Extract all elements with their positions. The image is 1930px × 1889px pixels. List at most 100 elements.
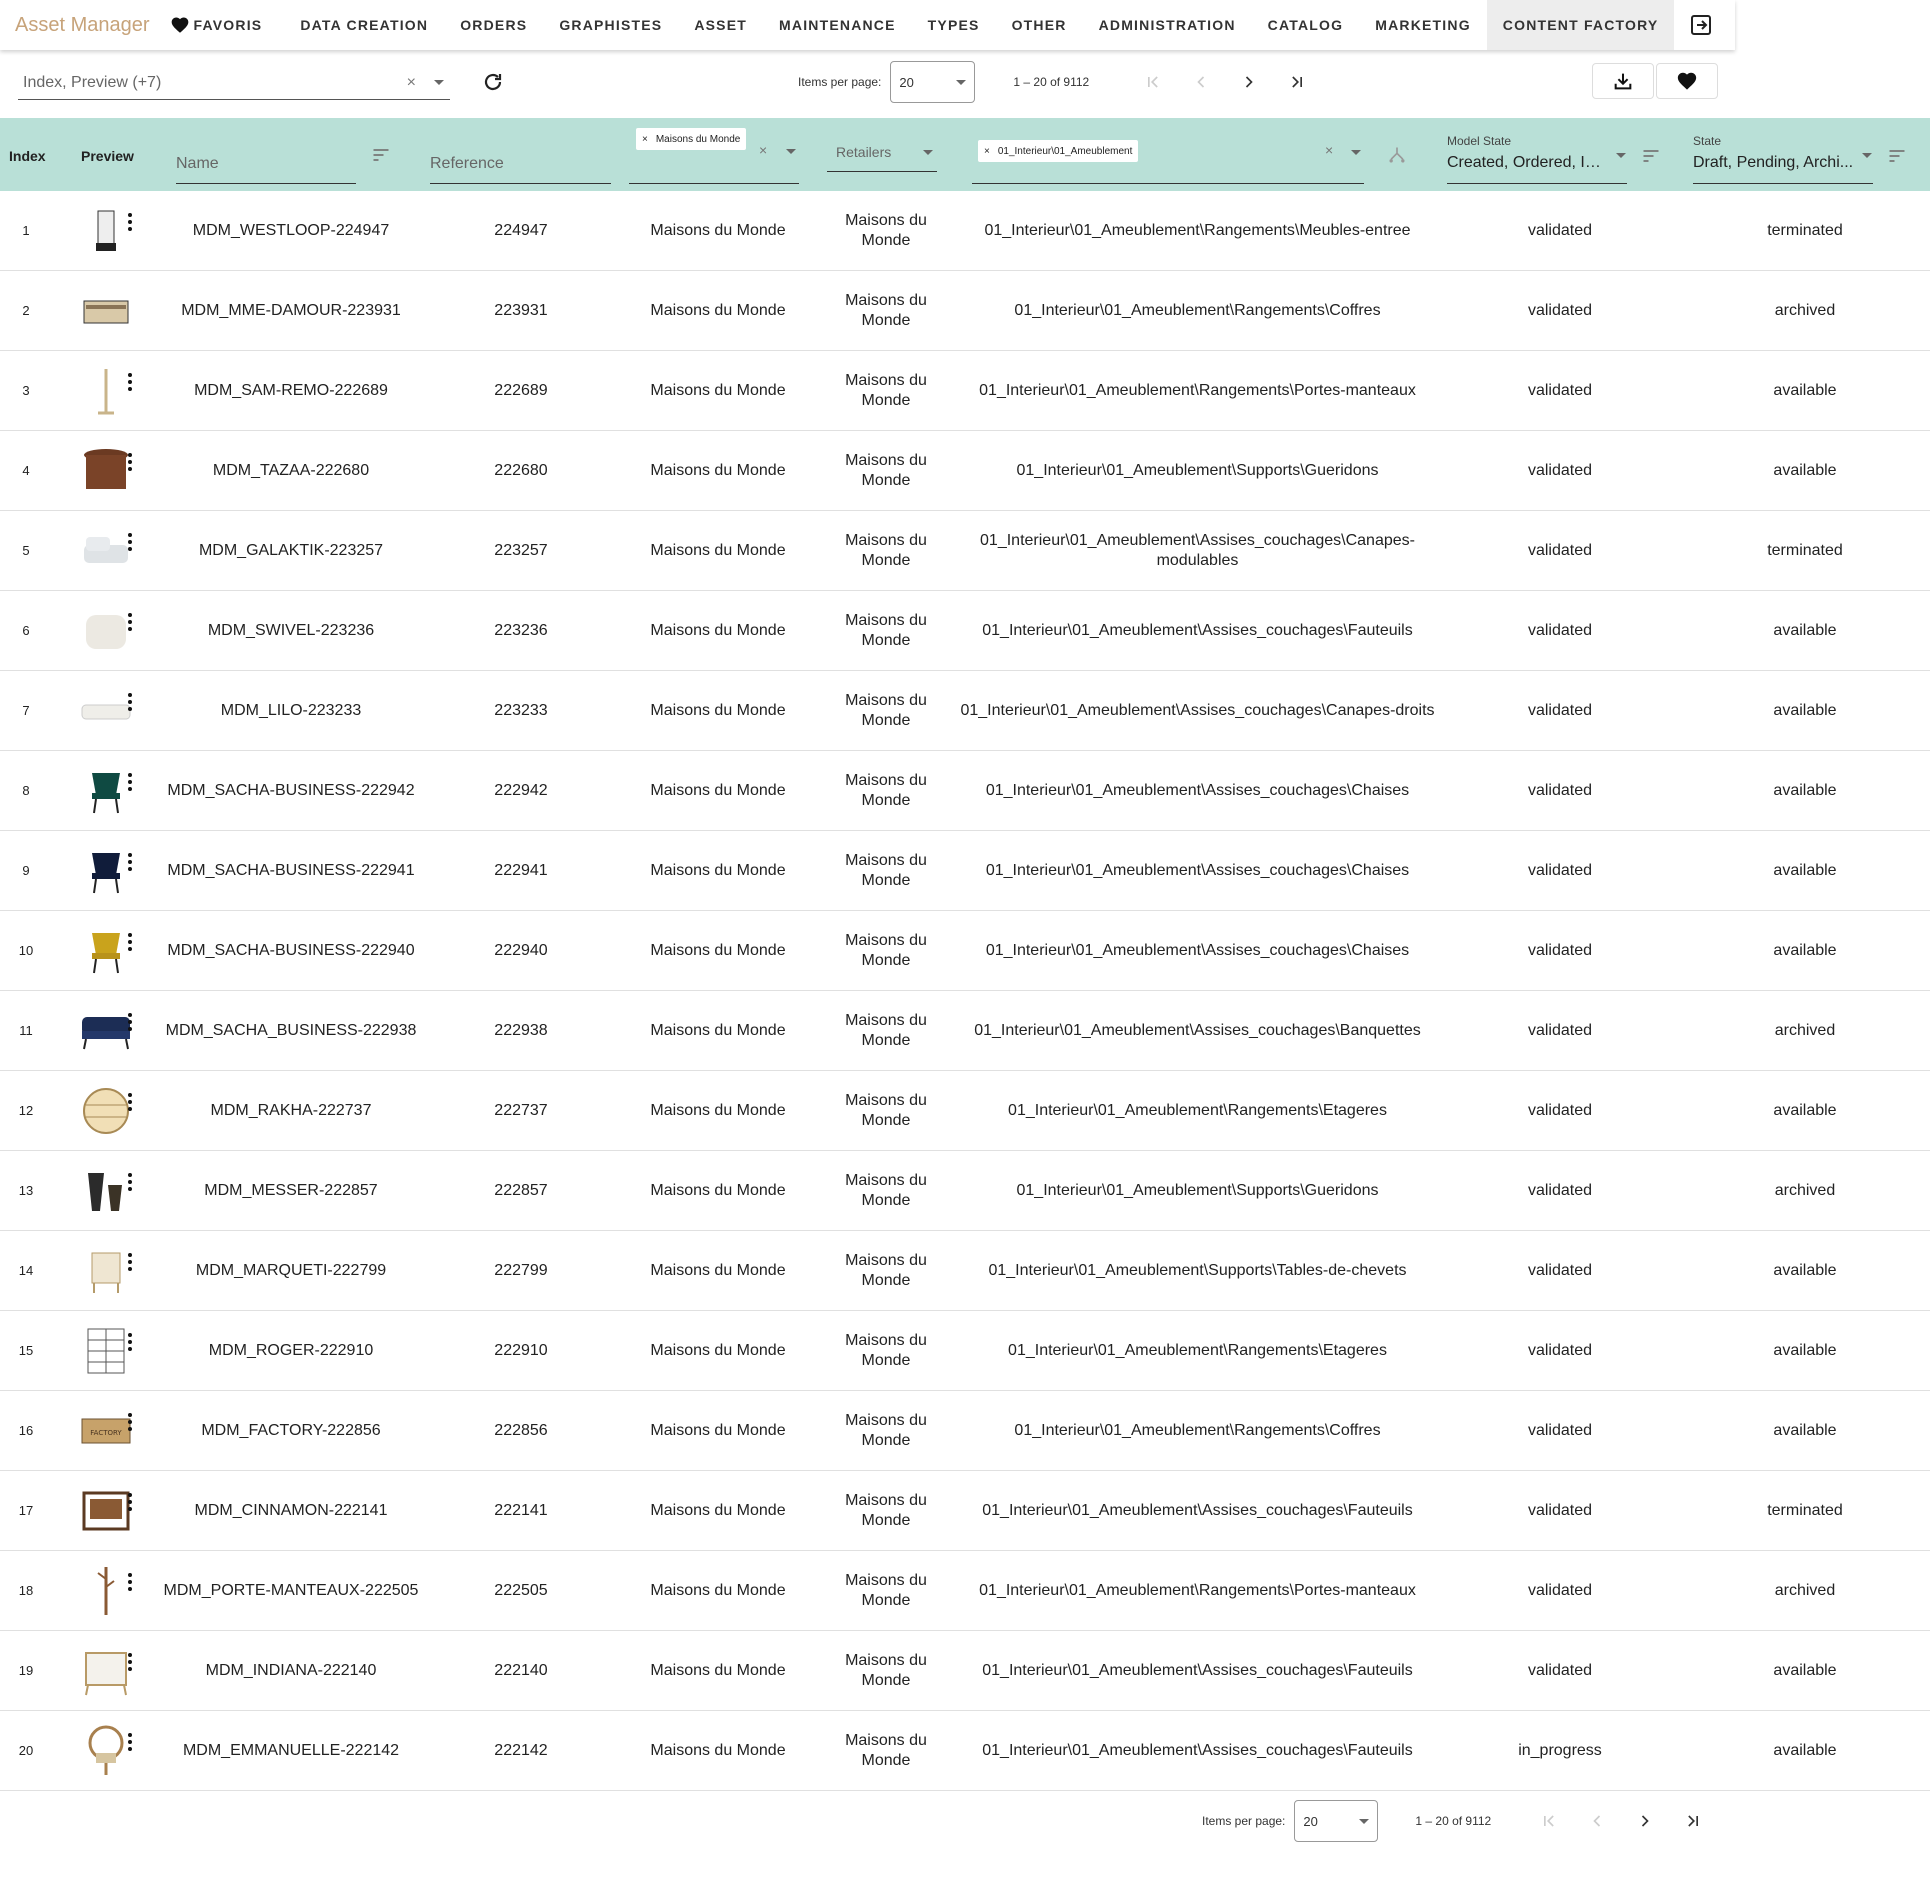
- preview-thumbnail[interactable]: [78, 281, 134, 341]
- row-preview[interactable]: [70, 671, 142, 750]
- more-vert-icon[interactable]: [128, 1572, 132, 1591]
- table-row[interactable]: 19 MDM_INDIANA-222140 222140 Maisons du Mon…: [0, 1631, 1930, 1711]
- app-brand[interactable]: Asset Manager: [15, 14, 150, 37]
- nav-favoris[interactable]: FAVORIS: [170, 0, 263, 50]
- nav-item-favoris[interactable]: FAVORIS: [194, 0, 263, 50]
- more-vert-icon[interactable]: [128, 1652, 132, 1671]
- nav-item-types[interactable]: TYPES: [912, 0, 996, 50]
- preview-thumbnail[interactable]: [78, 761, 134, 821]
- more-vert-icon[interactable]: [128, 1252, 132, 1271]
- table-row[interactable]: 4 MDM_TAZAA-222680 222680 Maisons du Monde M…: [0, 431, 1930, 511]
- table-row[interactable]: 14 MDM_MARQUETI-222799 222799 Maisons du Mo…: [0, 1231, 1930, 1311]
- preview-thumbnail[interactable]: [78, 601, 134, 661]
- row-preview[interactable]: [70, 191, 142, 270]
- more-vert-icon[interactable]: [128, 852, 132, 871]
- row-preview[interactable]: FACTORY: [70, 1391, 142, 1470]
- clear-path-icon[interactable]: ×: [1325, 142, 1333, 158]
- nav-item-other[interactable]: OTHER: [996, 0, 1083, 50]
- more-vert-icon[interactable]: [128, 612, 132, 631]
- table-row[interactable]: 6 MDM_SWIVEL-223236 223236 Maisons du Monde…: [0, 591, 1930, 671]
- sort-icon[interactable]: [371, 145, 391, 165]
- table-row[interactable]: 5 MDM_GALAKTIK-223257 223257 Maisons du Mon…: [0, 511, 1930, 591]
- clear-brand-icon[interactable]: ×: [759, 142, 767, 158]
- column-header-index[interactable]: Index: [9, 148, 46, 164]
- first-page-button[interactable]: [1129, 62, 1177, 102]
- nav-item-asset[interactable]: ASSET: [678, 0, 763, 50]
- preview-thumbnail[interactable]: [78, 1481, 134, 1541]
- row-preview[interactable]: [70, 591, 142, 670]
- more-vert-icon[interactable]: [128, 452, 132, 471]
- table-row[interactable]: 3 MDM_SAM-REMO-222689 222689 Maisons du Mon…: [0, 351, 1930, 431]
- preview-thumbnail[interactable]: [78, 1081, 134, 1141]
- nav-item-graphistes[interactable]: GRAPHISTES: [543, 0, 678, 50]
- nav-item-catalog[interactable]: CATALOG: [1252, 0, 1360, 50]
- nav-item-orders[interactable]: ORDERS: [444, 0, 543, 50]
- first-page-button[interactable]: [1525, 1801, 1573, 1841]
- nav-item-data-creation[interactable]: DATA CREATION: [284, 0, 444, 50]
- retailers-filter-select[interactable]: Retailers: [827, 128, 937, 172]
- sort-icon[interactable]: [1641, 146, 1661, 166]
- table-row[interactable]: 18 MDM_PORTE-MANTEAUX-222505 222505 Maisons…: [0, 1551, 1930, 1631]
- reference-filter-input[interactable]: Reference: [430, 140, 611, 184]
- table-row[interactable]: 13 MDM_MESSER-222857 222857 Maisons du Mond…: [0, 1151, 1930, 1231]
- column-selector[interactable]: Index, Preview (+7) ×: [18, 66, 450, 100]
- row-preview[interactable]: [70, 511, 142, 590]
- preview-thumbnail[interactable]: [78, 1321, 134, 1381]
- column-header-preview[interactable]: Preview: [81, 148, 134, 164]
- refresh-icon[interactable]: [481, 70, 505, 94]
- table-row[interactable]: 12 MDM_RAKHA-222737 222737 Maisons du Monde…: [0, 1071, 1930, 1151]
- more-vert-icon[interactable]: [128, 1492, 132, 1511]
- preview-thumbnail[interactable]: [78, 201, 134, 261]
- preview-thumbnail[interactable]: [78, 1241, 134, 1301]
- table-row[interactable]: 8 MDM_SACHA-BUSINESS-222942 222942 Maisons …: [0, 751, 1930, 831]
- row-preview[interactable]: [70, 1231, 142, 1310]
- more-vert-icon[interactable]: [128, 212, 132, 231]
- row-preview[interactable]: [70, 1551, 142, 1630]
- table-row[interactable]: 15 MDM_ROGER-222910 222910 Maisons du Monde…: [0, 1311, 1930, 1391]
- more-vert-icon[interactable]: [128, 1172, 132, 1191]
- row-preview[interactable]: [70, 831, 142, 910]
- more-vert-icon[interactable]: [128, 1412, 132, 1431]
- items-per-page-select[interactable]: 20: [890, 61, 976, 103]
- category-path-chip[interactable]: × 01_Interieur\01_Ameublement: [978, 140, 1139, 162]
- nav-item-maintenance[interactable]: MAINTENANCE: [763, 0, 912, 50]
- more-vert-icon[interactable]: [128, 1332, 132, 1351]
- last-page-button[interactable]: [1273, 62, 1321, 102]
- download-button[interactable]: [1592, 63, 1654, 99]
- table-row[interactable]: 7 MDM_LILO-223233 223233 Maisons du Monde Ma…: [0, 671, 1930, 751]
- preview-thumbnail[interactable]: [78, 681, 134, 741]
- row-preview[interactable]: [70, 351, 142, 430]
- table-row[interactable]: 16 FACTORY MDM_FACTORY-222856 222856 Maisons…: [0, 1391, 1930, 1471]
- tree-icon[interactable]: [1387, 145, 1407, 165]
- previous-page-button[interactable]: [1573, 1801, 1621, 1841]
- nav-item-administration[interactable]: ADMINISTRATION: [1083, 0, 1252, 50]
- preview-thumbnail[interactable]: [78, 1561, 134, 1621]
- items-per-page-select[interactable]: 20: [1294, 1800, 1379, 1842]
- nav-item-marketing[interactable]: MARKETING: [1359, 0, 1487, 50]
- row-preview[interactable]: [70, 911, 142, 990]
- more-vert-icon[interactable]: [128, 1732, 132, 1751]
- previous-page-button[interactable]: [1177, 62, 1225, 102]
- more-vert-icon[interactable]: [128, 692, 132, 711]
- table-row[interactable]: 10 MDM_SACHA-BUSINESS-222940 222940 Maisons…: [0, 911, 1930, 991]
- chevron-down-icon[interactable]: [786, 149, 796, 154]
- remove-chip-icon[interactable]: ×: [642, 134, 648, 145]
- nav-item-content-factory[interactable]: CONTENT FACTORY: [1486, 0, 1675, 50]
- chevron-down-icon[interactable]: [1862, 153, 1872, 158]
- preview-thumbnail[interactable]: FACTORY: [78, 1401, 134, 1461]
- preview-thumbnail[interactable]: [78, 1721, 134, 1781]
- row-preview[interactable]: [70, 271, 142, 350]
- preview-thumbnail[interactable]: [78, 1641, 134, 1701]
- preview-thumbnail[interactable]: [78, 361, 134, 421]
- preview-thumbnail[interactable]: [78, 1161, 134, 1221]
- chevron-down-icon[interactable]: [1616, 153, 1626, 158]
- chevron-down-icon[interactable]: [1351, 150, 1361, 155]
- table-row[interactable]: 2 MDM_MME-DAMOUR-223931 223931 Maisons du M…: [0, 271, 1930, 351]
- more-vert-icon[interactable]: [128, 372, 132, 391]
- clear-columns-icon[interactable]: ×: [407, 74, 416, 92]
- table-row[interactable]: 11 MDM_SACHA_BUSINESS-222938 222938 Maisons…: [0, 991, 1930, 1071]
- table-row[interactable]: 9 MDM_SACHA-BUSINESS-222941 222941 Maisons …: [0, 831, 1930, 911]
- logout-icon[interactable]: [1689, 13, 1713, 37]
- preview-thumbnail[interactable]: [78, 841, 134, 901]
- table-row[interactable]: 20 MDM_EMMANUELLE-222142 222142 Maisons du …: [0, 1711, 1930, 1791]
